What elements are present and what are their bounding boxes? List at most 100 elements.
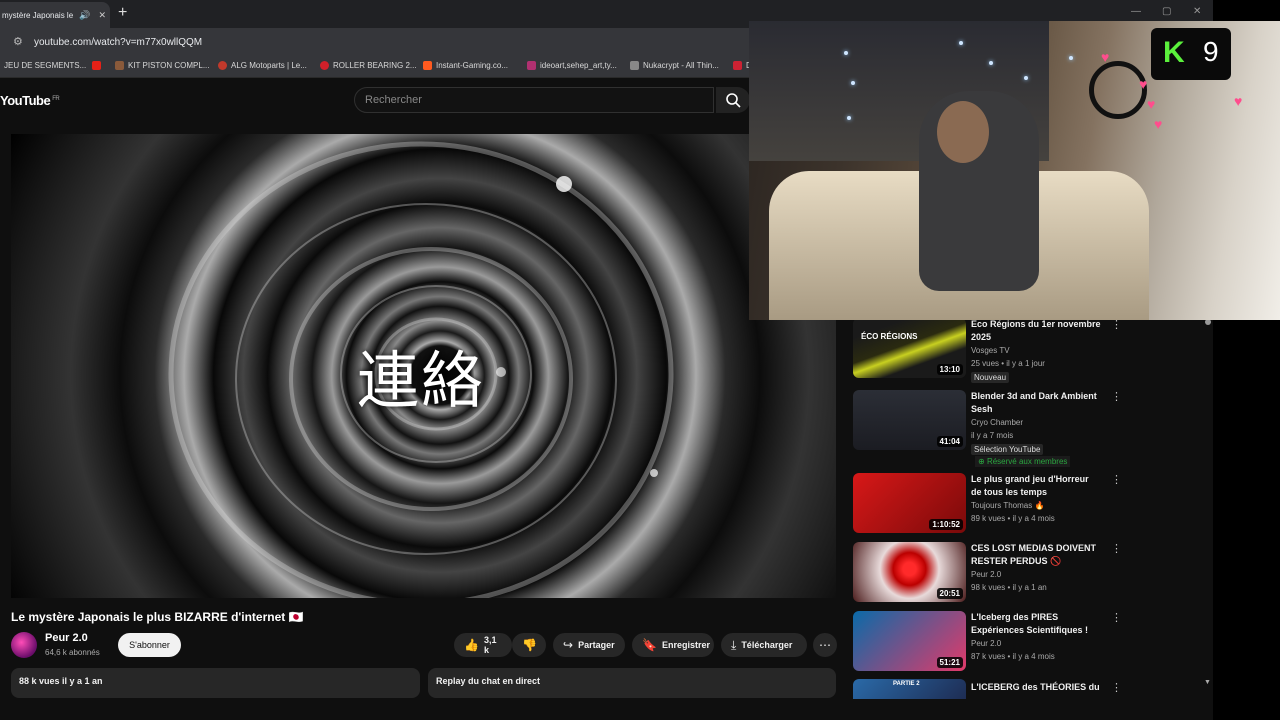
- recommendation-item[interactable]: ÉCO RÉGIONS 13:10 Éco Régions du 1er nov…: [853, 318, 1133, 388]
- recommendation-title[interactable]: Blender 3d and Dark Ambient Sesh: [971, 390, 1101, 416]
- new-badge: Nouveau: [971, 372, 1010, 383]
- recommendation-channel: Toujours Thomas 🔥: [971, 501, 1045, 510]
- more-options-icon[interactable]: ⋮: [1111, 542, 1122, 555]
- favicon-icon: [320, 61, 329, 70]
- video-thumbnail[interactable]: 20:51: [853, 542, 966, 602]
- duration-badge: 20:51: [936, 588, 963, 599]
- recommendation-item[interactable]: 41:04 Blender 3d and Dark Ambient Sesh C…: [853, 390, 1133, 470]
- video-player[interactable]: 連絡: [11, 134, 836, 598]
- download-button[interactable]: ⤓ Télécharger: [721, 633, 807, 657]
- search-icon: [726, 93, 741, 108]
- recommendation-title[interactable]: Éco Régions du 1er novembre 2025: [971, 318, 1101, 344]
- more-options-icon[interactable]: ⋮: [1111, 390, 1122, 403]
- recommendation-title[interactable]: L'Iceberg des PIRES Expériences Scientif…: [971, 611, 1101, 637]
- scroll-down-icon[interactable]: ▼: [1204, 679, 1211, 686]
- browser-tab[interactable]: mystère Japonais le p 🔊 ✕: [0, 2, 110, 28]
- like-button[interactable]: 👍 3,1 k: [454, 633, 512, 657]
- video-thumbnail[interactable]: ÉCO RÉGIONS 13:10: [853, 318, 966, 378]
- search-button[interactable]: [716, 87, 750, 113]
- recommendation-title[interactable]: CES LOST MEDIAS DOIVENT RESTER PERDUS 🚫: [971, 542, 1101, 568]
- description-box[interactable]: 88 k vues il y a 1 an: [11, 668, 420, 698]
- share-button[interactable]: ↪ Partager: [553, 633, 625, 657]
- bookmark-item[interactable]: Nukacrypt - All Thin...: [630, 61, 719, 70]
- channel-name[interactable]: Peur 2.0: [45, 632, 88, 644]
- search-input[interactable]: Rechercher: [354, 87, 714, 113]
- more-options-icon[interactable]: ⋮: [1111, 473, 1122, 486]
- recommendation-channel: Vosges TV: [971, 346, 1010, 355]
- recommendation-meta: 87 k vues • il y a 4 mois: [971, 652, 1055, 661]
- youtube-logo[interactable]: YouTube FR: [0, 93, 60, 108]
- duration-badge: 1:10:52: [929, 519, 963, 530]
- video-thumbnail[interactable]: PARTIE 2: [853, 679, 966, 699]
- recommendation-item[interactable]: 1:10:52 Le plus grand jeu d'Horreur de t…: [853, 473, 1133, 538]
- recommendation-item[interactable]: PARTIE 2 L'ICEBERG des THÉORIES du ⋮: [853, 679, 1133, 699]
- favicon-icon: [423, 61, 432, 70]
- streamer-logo: K 9: [1151, 28, 1231, 80]
- recommendation-item[interactable]: 20:51 CES LOST MEDIAS DOIVENT RESTER PER…: [853, 542, 1133, 607]
- tab-title: mystère Japonais le p: [2, 10, 76, 20]
- duration-badge: 41:04: [936, 436, 963, 447]
- heart-icon: ♥: [1139, 76, 1148, 92]
- duration-badge: 13:10: [936, 364, 963, 375]
- member-icon: ⊕: [978, 457, 987, 466]
- thumbs-up-icon: 👍: [464, 638, 479, 652]
- fairy-light: [847, 116, 851, 120]
- recommendation-title[interactable]: Le plus grand jeu d'Horreur de tous les …: [971, 473, 1101, 499]
- thumbs-down-icon: 👎: [522, 638, 537, 652]
- minimize-button[interactable]: —: [1131, 6, 1141, 17]
- close-window-button[interactable]: ✕: [1193, 6, 1201, 17]
- favicon-icon: [630, 61, 639, 70]
- more-options-icon[interactable]: ⋮: [1111, 681, 1122, 694]
- close-tab-icon[interactable]: ✕: [98, 10, 106, 21]
- video-overlay-text: 連絡: [357, 344, 486, 417]
- channel-avatar[interactable]: [11, 632, 37, 658]
- members-only-badge: ⊕ Réservé aux membres: [975, 456, 1071, 467]
- fairy-light: [1069, 56, 1073, 60]
- fairy-light: [851, 81, 855, 85]
- save-button[interactable]: 🔖 Enregistrer: [632, 633, 714, 657]
- fairy-light: [989, 61, 993, 65]
- bookmark-item[interactable]: ROLLER BEARING 2...: [320, 61, 417, 70]
- video-thumbnail[interactable]: 51:21: [853, 611, 966, 671]
- recommendation-meta: 89 k vues • il y a 4 mois: [971, 514, 1055, 523]
- recommendation-meta: 98 k vues • il y a 1 an: [971, 583, 1047, 592]
- recommendation-title[interactable]: L'ICEBERG des THÉORIES du: [971, 681, 1101, 694]
- new-tab-button[interactable]: +: [118, 4, 127, 22]
- video-thumbnail[interactable]: 1:10:52: [853, 473, 966, 533]
- site-info-icon[interactable]: ⚙: [13, 35, 23, 48]
- more-options-icon[interactable]: ⋮: [1111, 611, 1122, 624]
- share-icon: ↪: [563, 638, 574, 652]
- recommendation-channel: Cryo Chamber: [971, 418, 1024, 427]
- download-icon: ⤓: [731, 637, 737, 652]
- bookmark-icon: 🔖: [642, 638, 657, 652]
- video-thumbnail[interactable]: 41:04: [853, 390, 966, 450]
- youtube-icon: [92, 61, 101, 70]
- more-icon: ⋯: [819, 638, 831, 652]
- chat-replay-box[interactable]: Replay du chat en direct: [428, 668, 836, 698]
- maximize-button[interactable]: ▢: [1162, 6, 1171, 17]
- bookmark-item[interactable]: JEU DE SEGMENTS...: [4, 61, 86, 70]
- bookmark-item[interactable]: ALG Motoparts | Le...: [218, 61, 307, 70]
- recommendation-item[interactable]: 51:21 L'Iceberg des PIRES Expériences Sc…: [853, 611, 1133, 676]
- recommendation-channel: Peur 2.0: [971, 570, 1002, 579]
- recommendation-meta: 25 vues • il y a 1 jour: [971, 359, 1045, 368]
- speaker-icon[interactable]: 🔊: [79, 10, 90, 21]
- more-actions-button[interactable]: ⋯: [813, 633, 837, 657]
- recommendation-channel: Peur 2.0: [971, 639, 1002, 648]
- heart-icon: ♥: [1154, 116, 1163, 132]
- dislike-button[interactable]: 👎: [512, 633, 546, 657]
- bookmark-item[interactable]: Instant-Gaming.co...: [423, 61, 508, 70]
- bookmark-item[interactable]: [92, 61, 101, 70]
- duration-badge: 51:21: [936, 657, 963, 668]
- subscriber-count: 64,6 k abonnés: [45, 648, 100, 657]
- favicon-icon: [218, 61, 227, 70]
- fairy-light: [844, 51, 848, 55]
- youtube-selection-badge: Sélection YouTube: [971, 444, 1044, 455]
- heart-icon: ♥: [1101, 49, 1110, 65]
- subscribe-button[interactable]: S'abonner: [118, 633, 181, 657]
- favicon-icon: [733, 61, 742, 70]
- url-field[interactable]: youtube.com/watch?v=m77x0wllQQM: [34, 37, 202, 48]
- fairy-light: [1024, 76, 1028, 80]
- bookmark-item[interactable]: ideoart,sehep_art,ty...: [527, 61, 617, 70]
- bookmark-item[interactable]: KIT PISTON COMPL...: [115, 61, 210, 70]
